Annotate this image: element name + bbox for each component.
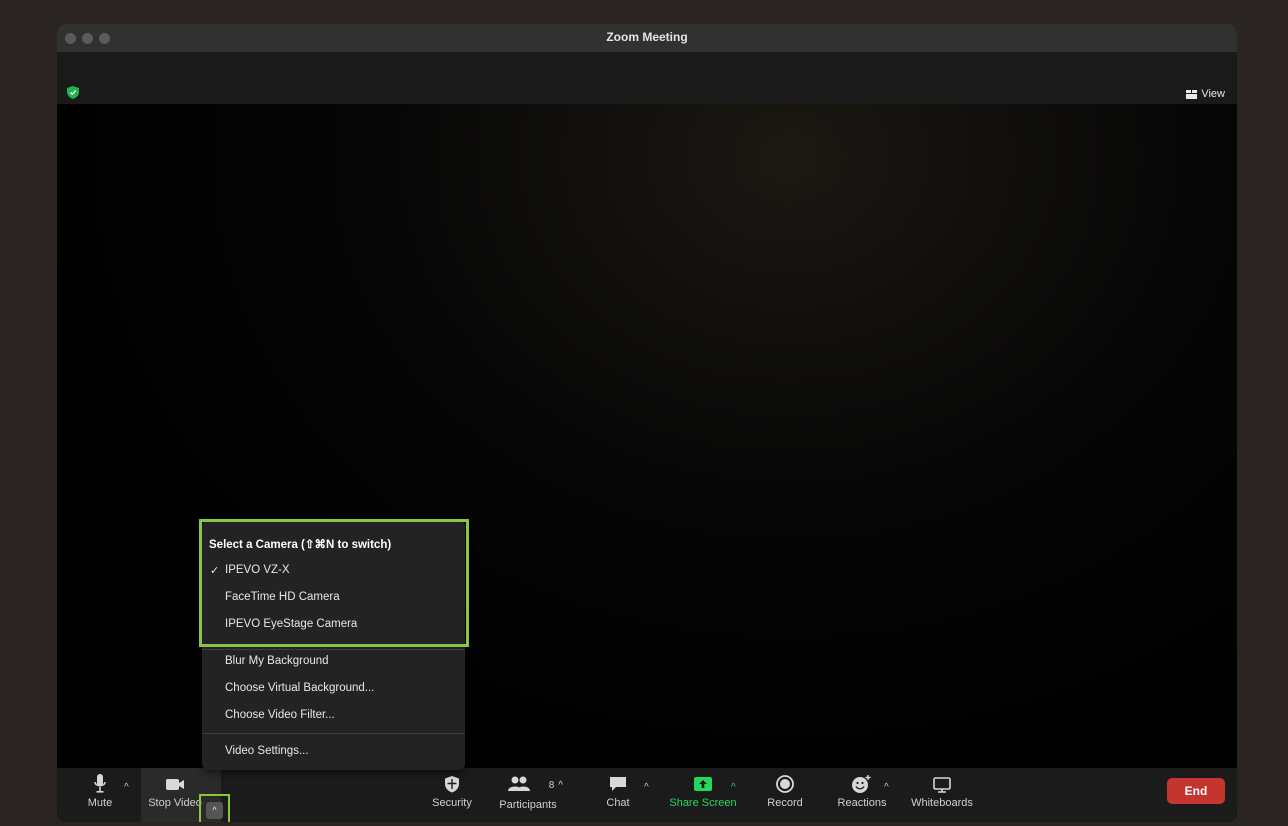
meeting-toolbar: Mute ^ Stop Video ^ Security 8 ^ Partici… xyxy=(57,768,1237,822)
security-button[interactable]: Security xyxy=(427,774,477,809)
virtual-background-option[interactable]: Choose Virtual Background... xyxy=(225,682,374,694)
participants-label: Participants xyxy=(499,799,557,811)
record-icon xyxy=(776,775,794,793)
title-bar: Zoom Meeting xyxy=(57,24,1237,52)
share-screen-chevron-up-icon[interactable]: ^ xyxy=(731,782,736,793)
chat-bubble-icon xyxy=(610,777,626,791)
share-screen-arrow-icon xyxy=(694,777,712,791)
audio-options-chevron-up-icon[interactable]: ^ xyxy=(124,782,129,793)
chat-button[interactable]: Chat xyxy=(603,774,633,809)
camera-selection-highlight xyxy=(199,519,469,647)
participants-icon xyxy=(507,776,530,791)
security-shield-icon xyxy=(445,776,459,793)
reactions-button[interactable]: Reactions xyxy=(833,774,891,809)
microphone-icon xyxy=(94,774,106,793)
whiteboards-button[interactable]: Whiteboards xyxy=(907,774,977,809)
participants-chevron-up-icon[interactable]: ^ xyxy=(558,780,563,791)
video-filter-option[interactable]: Choose Video Filter... xyxy=(225,709,335,721)
blur-background-option[interactable]: Blur My Background xyxy=(225,655,329,667)
whiteboard-icon xyxy=(933,777,951,793)
chat-label: Chat xyxy=(606,797,630,809)
menu-divider xyxy=(202,733,465,734)
video-camera-icon xyxy=(166,779,184,790)
reactions-chevron-up-icon[interactable]: ^ xyxy=(884,782,889,793)
reactions-smiley-icon xyxy=(852,775,871,793)
end-meeting-button[interactable]: End xyxy=(1167,778,1225,804)
view-button[interactable]: View xyxy=(1186,88,1225,100)
security-label: Security xyxy=(432,797,472,809)
chat-chevron-up-icon[interactable]: ^ xyxy=(644,782,649,793)
mute-label: Mute xyxy=(87,797,113,809)
record-button[interactable]: Record xyxy=(760,774,810,809)
mute-button[interactable]: Mute xyxy=(85,774,115,809)
reactions-label: Reactions xyxy=(837,797,887,809)
participants-icon-row: 8 ^ xyxy=(493,774,563,796)
meeting-top-bar: View xyxy=(57,52,1237,104)
grid-view-icon xyxy=(1186,89,1198,99)
whiteboards-label: Whiteboards xyxy=(911,797,973,809)
participants-button[interactable]: 8 ^ Participants xyxy=(493,774,563,811)
view-label: View xyxy=(1201,88,1225,100)
participants-count: 8 xyxy=(548,779,555,791)
record-label: Record xyxy=(767,797,803,809)
stop-video-button[interactable]: Stop Video xyxy=(145,774,205,809)
video-options-chevron-up-icon[interactable]: ^ xyxy=(206,802,223,819)
window-title: Zoom Meeting xyxy=(606,30,688,44)
video-settings-option[interactable]: Video Settings... xyxy=(225,745,309,757)
encryption-shield-icon[interactable] xyxy=(67,86,79,99)
stop-video-label: Stop Video xyxy=(148,797,202,809)
share-screen-label: Share Screen xyxy=(669,797,737,809)
menu-divider xyxy=(202,649,465,650)
